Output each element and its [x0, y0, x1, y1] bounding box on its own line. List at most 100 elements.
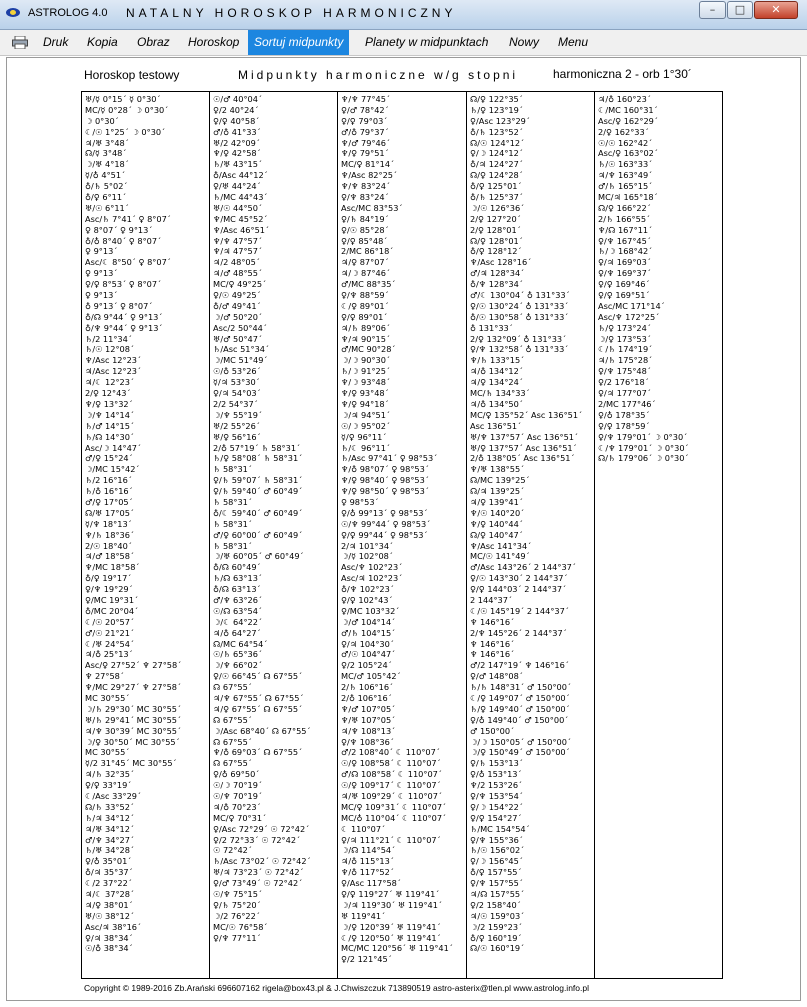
- midpoint-entry: ♁/♂ 49°41´: [213, 300, 261, 311]
- midpoint-entry: ☉/☽ 95°02´: [341, 420, 391, 431]
- midpoint-entry: ♃/♁ 160°23´: [598, 94, 651, 104]
- midpoint-entry: ♄/MC 154°54´: [470, 823, 530, 834]
- midpoint-entry: ♅/♀ 137°57´ Asc 136°51´: [470, 442, 577, 453]
- midpoint-entry: ☽/♃ 94°51´: [341, 409, 391, 420]
- midpoint-entry: ♅/☿ 0°15´ ☿ 0°30´: [85, 94, 161, 104]
- midpoint-entry: ♀/☉ 130°24´ ♁ 131°33´: [470, 300, 569, 311]
- midpoint-entry: ♁/♃ 124°27´: [470, 159, 523, 170]
- midpoint-entry: 2/♃ 101°34´: [341, 540, 394, 551]
- midpoint-entry: ☽/♂ 104°14´: [341, 616, 396, 627]
- midpoint-entry: ♃/♆ 67°55´ ☊ 67°55´: [213, 692, 304, 703]
- midpoint-entry: ☉/♆ 99°44´ ♀ 98°53´: [341, 518, 431, 529]
- midpoint-entry: ☿/♆ 18°13´: [85, 518, 132, 529]
- menu-kopia[interactable]: Kopia: [81, 30, 124, 55]
- menu-menu[interactable]: Menu: [552, 30, 594, 55]
- midpoint-entry: ♁/♃ 35°37´: [85, 867, 133, 878]
- midpoint-entry: ♃/♁ 115°13´: [341, 856, 394, 867]
- midpoint-entry: ☾/Asc 33°29´: [85, 791, 142, 801]
- midpoint-entry: ♆/♀ 98°50´ ♀ 98°53´: [341, 486, 429, 497]
- midpoint-entry: ♂/♆ 63°26´: [213, 594, 263, 605]
- midpoint-entry: MC/♂ 105°42´: [341, 671, 401, 682]
- midpoint-entry: ♄/☾ 96°11´: [341, 442, 391, 453]
- midpoint-column-4: ☊/♀ 122°35´ ♄/♀ 123°19´ ♀/Asc 123°29´ ♁/♄ 1…: [470, 94, 596, 976]
- midpoint-entry: ♄/☊ 63°13´: [213, 573, 262, 584]
- midpoint-entry: ♀/♂ 148°08´: [470, 671, 523, 682]
- midpoint-entry: ♀/2 72°33´ ☉ 72°42´: [213, 834, 301, 845]
- midpoint-entry: ☾/♆ 179°01´ ☽ 0°30´: [598, 442, 689, 453]
- midpoint-entry: ☽/☊ 114°54´: [341, 845, 396, 856]
- midpoint-entry: ♃/♆ 163°49´: [598, 170, 653, 181]
- midpoint-entry: ♆/♆ 83°24´: [341, 181, 391, 192]
- midpoint-entry: ♅/♃ 73°23´ ☉ 72°42´: [213, 867, 304, 878]
- midpoint-entry: ♀/♀ 154°27´: [470, 812, 522, 823]
- midpoint-entry: ♀/Asc 123°29´: [470, 115, 530, 126]
- midpoint-entry: ☊/♀ 128°01´: [470, 235, 523, 246]
- menu-druk[interactable]: Druk: [37, 30, 74, 55]
- midpoint-entry: ♆/♅ 138°55´: [470, 464, 525, 475]
- minimize-button[interactable]: –: [699, 1, 726, 19]
- menu-nowy[interactable]: Nowy: [503, 30, 545, 55]
- midpoint-entry: ♆/Asc 46°51´: [213, 224, 270, 235]
- midpoint-entry: ☊/♀ 140°47´: [470, 529, 523, 540]
- midpoint-entry: ☉/♆ 70°19´: [213, 791, 263, 801]
- midpoint-entry: Asc/♃ 38°16´: [85, 921, 142, 932]
- midpoint-entry: ♁/♁ 8°40´ ♀ 8°07´: [85, 235, 162, 246]
- midpoint-entry: ♅ 119°41´: [341, 910, 386, 921]
- midpoint-entry: ♃/♅ 109°29´ ☾ 110°07´: [341, 791, 443, 801]
- midpoint-entry: ♃/♀ 67°55´ ☊ 67°55´: [213, 703, 303, 714]
- midpoint-entry: ♀/♆ 19°29´: [85, 584, 133, 595]
- midpoint-entry: ☉/♂ 40°04´: [213, 94, 263, 104]
- midpoint-entry: ♂/♄ 104°15´: [341, 627, 396, 638]
- midpoint-entry: ♆/Asc 82°25´: [341, 170, 398, 181]
- midpoint-entry: ♀ 8°07´ ♀ 9°13´: [85, 224, 153, 235]
- midpoint-entry: ♄/☽ 168°42´: [598, 246, 653, 257]
- midpoint-entry: 2/♀ 162°33´: [598, 126, 649, 137]
- midpoint-entry: ♆/♀ 13°32´: [85, 398, 133, 409]
- midpoint-entry: ♀/♀ 8°53´ ♀ 8°07´: [85, 279, 162, 290]
- midpoint-entry: ♅/☉ 44°50´: [213, 202, 263, 213]
- menu-horoskop[interactable]: Horoskop: [182, 30, 245, 55]
- midpoint-entry: 2/♄ 166°55´: [598, 213, 651, 224]
- printer-icon[interactable]: [12, 36, 28, 49]
- midpoint-entry: ♆/♀ 98°40´ ♀ 98°53´: [341, 475, 429, 486]
- midpoint-entry: ♁/☊ 60°49´: [213, 562, 261, 573]
- midpoint-entry: Asc/♆ 172°25´: [598, 311, 660, 322]
- midpoint-entry: ♁/♀ 6°11´: [85, 192, 127, 203]
- midpoint-entry: MC/♀ 135°52´ Asc 136°51´: [470, 409, 583, 420]
- midpoint-entry: ♅/2 42°09´: [213, 137, 260, 148]
- menu-planety-w-midpunktach[interactable]: Planety w midpunktach: [359, 30, 494, 55]
- app-eye-icon: [6, 8, 20, 17]
- midpoint-entry: ♁/☾ 59°40´ ♂ 60°49´: [213, 507, 303, 518]
- midpoint-entry: 2/♀ 132°09´ ♁ 131°33´: [470, 333, 567, 344]
- midpoint-entry: ♁/♀ 19°17´: [85, 573, 132, 584]
- midpoint-entry: ♁/MC 20°04´: [85, 605, 139, 616]
- close-button[interactable]: ✕: [754, 1, 798, 19]
- midpoint-entry: MC/♀ 49°25´: [213, 279, 267, 290]
- midpoint-entry: MC/♁ 110°04´ ☾ 110°07´: [341, 812, 447, 823]
- midpoint-entry: ♀/♃ 169°03´: [598, 257, 651, 268]
- midpoint-entry: ♁/☊ 9°44´ ♀ 9°13´: [85, 311, 163, 322]
- midpoint-entry: MC/☉ 76°58´: [213, 921, 268, 932]
- midpoint-entry: ♆ 146°16´: [470, 638, 515, 649]
- midpoint-entry: ☿/♁ 4°51´: [85, 170, 126, 181]
- maximize-button[interactable]: □: [727, 1, 753, 19]
- midpoint-entry: ♃/☾ 37°28´: [85, 889, 135, 900]
- midpoint-entry: ♀/☽ 124°12´: [470, 148, 523, 159]
- midpoint-entry: ♃/☽ 87°46´: [341, 268, 391, 279]
- midpoint-entry: ♅/2 55°26´: [213, 420, 260, 431]
- midpoint-entry: ☊/☉ 124°12´: [470, 137, 525, 148]
- midpoint-entry: ♄/Asc 51°34´: [213, 344, 270, 355]
- midpoint-entry: ☾/☉ 20°57´: [85, 616, 135, 627]
- midpoint-entry: ☊ 67°55´: [213, 682, 252, 693]
- midpoint-entry: ♃/2 48°05´: [213, 257, 260, 268]
- midpoint-entry: MC/☉ 141°49´: [470, 551, 530, 562]
- menu-obraz[interactable]: Obraz: [131, 30, 176, 55]
- midpoint-entry: ☉/♄ 65°36´: [213, 649, 263, 660]
- midpoint-entry: ☽ 0°30´: [85, 115, 119, 126]
- midpoint-column-1: ♅/☿ 0°15´ ☿ 0°30´ MC/☿ 0°28´ ☽ 0°30´ ☽ 0°3…: [85, 94, 211, 976]
- midpoint-entry: ♀ 9°13´: [85, 246, 118, 257]
- midpoint-entry: ♆/☽ 93°48´: [341, 377, 391, 388]
- menu-sortuj-midpunkty[interactable]: Sortuj midpunkty: [248, 30, 350, 55]
- midpoint-entry: ☉/☽ 70°19´: [213, 780, 263, 791]
- midpoint-entry: ♂/☊ 108°58´ ☾ 110°07´: [341, 769, 442, 780]
